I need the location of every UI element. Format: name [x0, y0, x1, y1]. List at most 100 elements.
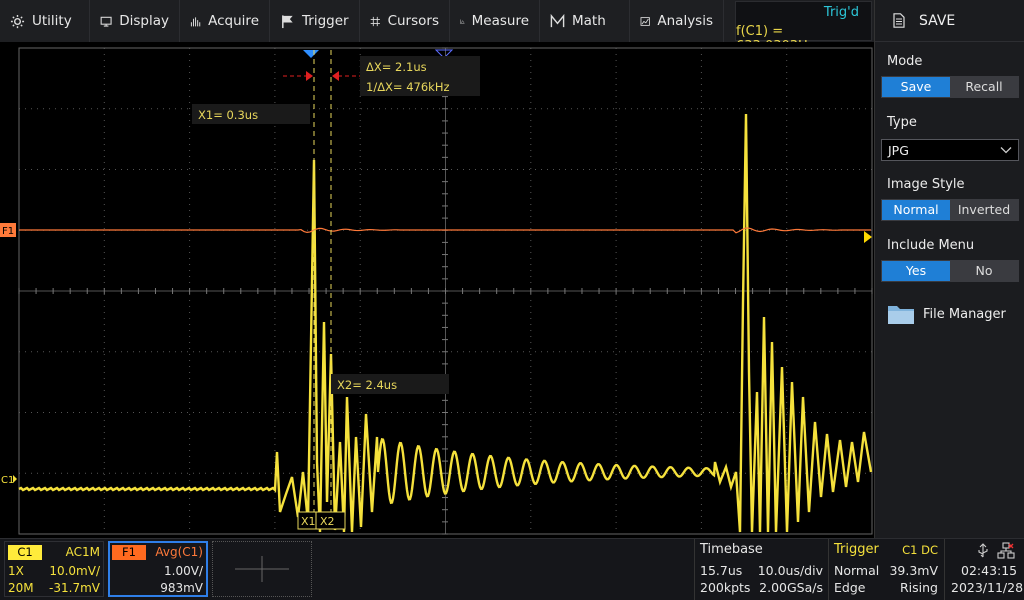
c1-offset: -31.7mV — [49, 581, 100, 595]
menu-math-label: Math — [572, 13, 606, 29]
waveform-area: F1 C1 ΔX= 2.1us 1/ΔX= 476kHz X1= 0.3us X2= 2.… — [0, 47, 873, 535]
cursor-delta-x: ΔX= 2.1us — [366, 60, 427, 74]
image-style-group: Image Style Normal Inverted — [875, 175, 1024, 221]
menu-analysis[interactable]: Analysis — [630, 0, 724, 42]
cursor-inv-delta-x: 1/ΔX= 476kHz — [366, 80, 450, 94]
cursor-x1-tag: X1 — [301, 515, 316, 528]
menu-math[interactable]: Math — [540, 0, 630, 42]
file-manager-label: File Manager — [923, 306, 1006, 322]
analysis-icon — [640, 16, 650, 26]
include-menu-segmented: Yes No — [881, 260, 1019, 282]
menu-measure[interactable]: Measure — [450, 0, 540, 42]
image-style-segmented: Normal Inverted — [881, 199, 1019, 221]
timebase-points: 200kpts — [700, 580, 751, 595]
menu-cursors-label: Cursors — [387, 13, 439, 29]
save-menu-panel: SAVE Mode Save Recall Type JPG Image Sty… — [874, 0, 1024, 538]
trigger-title: Trigger — [834, 542, 879, 557]
flag-icon — [282, 14, 293, 28]
c1-marker-arrow — [13, 475, 17, 483]
menu-acquire-label: Acquire — [208, 13, 259, 29]
timebase-delay: 15.7us — [700, 563, 743, 578]
include-menu-label: Include Menu — [887, 238, 975, 253]
math-icon — [550, 13, 565, 27]
channel-c1-box[interactable]: C1 AC1M 1X 10.0mV/ 20M -31.7mV — [4, 541, 104, 597]
c1-scale: 10.0mV/ — [49, 564, 100, 578]
panel-header: SAVE — [875, 0, 1024, 42]
trigger-level: 39.3mV — [889, 563, 938, 578]
type-group: Type JPG — [875, 113, 1024, 161]
type-value: JPG — [888, 142, 909, 158]
mode-save-button[interactable]: Save — [882, 77, 950, 97]
network-icon — [997, 542, 1015, 559]
trigger-mode: Normal — [834, 563, 880, 578]
menu-trigger-label: Trigger — [302, 13, 349, 29]
c1-bandwidth: 20M — [8, 581, 34, 595]
c1-marker-label: C1 — [1, 475, 14, 486]
menu-acquire[interactable]: Acquire — [180, 0, 270, 42]
menu-utility[interactable]: Utility — [0, 0, 90, 42]
mode-segmented: Save Recall — [881, 76, 1019, 98]
cursor-x1-readout: X1= 0.3us — [198, 108, 258, 122]
type-label: Type — [887, 115, 917, 130]
save-file-icon — [893, 13, 905, 28]
f1-marker-label: F1 — [2, 226, 14, 237]
monitor-icon — [100, 16, 112, 27]
cursor-x2-readout: X2= 2.4us — [337, 378, 397, 392]
mode-recall-button[interactable]: Recall — [950, 77, 1018, 97]
measure-icon — [460, 18, 465, 24]
menu-display[interactable]: Display — [90, 0, 180, 42]
menu-measure-label: Measure — [471, 13, 529, 29]
menu-analysis-label: Analysis — [657, 13, 713, 29]
file-manager-button[interactable]: File Manager — [887, 302, 1006, 326]
status-bar: C1 AC1M 1X 10.0mV/ 20M -31.7mV F1 Avg(C1… — [0, 538, 1024, 600]
trigger-status: Trig'd — [823, 5, 859, 20]
cursor-x2-tag: X2 — [320, 515, 335, 528]
menu-trigger[interactable]: Trigger — [270, 0, 360, 42]
delta-arrow-right — [332, 71, 339, 81]
math-f1-box[interactable]: F1 Avg(C1) 1.00V/ 983mV — [108, 541, 208, 597]
waveform-display[interactable]: F1 C1 ΔX= 2.1us 1/ΔX= 476kHz X1= 0.3us X2= 2.… — [0, 42, 874, 536]
cursor-icon — [370, 16, 380, 26]
trigger-slope: Rising — [899, 580, 938, 595]
delta-arrow-left — [306, 71, 313, 81]
timebase-rate: 2.00GSa/s — [759, 580, 823, 595]
f1-offset: 983mV — [160, 581, 203, 595]
mode-label: Mode — [887, 54, 923, 69]
menu-cursors[interactable]: Cursors — [360, 0, 450, 42]
trigger-position-marker — [303, 50, 319, 58]
add-channel-slot[interactable] — [212, 541, 312, 597]
include-menu-no-button[interactable]: No — [950, 261, 1018, 281]
panel-title: SAVE — [919, 12, 956, 29]
include-menu-group: Include Menu Yes No — [875, 236, 1024, 282]
include-menu-yes-button[interactable]: Yes — [882, 261, 950, 281]
trigger-level-arrow — [864, 231, 872, 243]
image-style-normal-button[interactable]: Normal — [882, 200, 950, 220]
gear-icon — [10, 14, 25, 28]
menu-utility-label: Utility — [32, 13, 72, 29]
trigger-type: Edge — [834, 580, 866, 595]
image-style-label: Image Style — [887, 177, 965, 192]
timebase-title: Timebase — [700, 542, 763, 557]
trigger-source: C1 DC — [902, 543, 938, 557]
menu-display-label: Display — [119, 13, 169, 29]
top-menu-bar: Utility Display Acquire Trigger Cursors … — [0, 0, 874, 54]
c1-probe: 1X — [8, 564, 24, 578]
type-select[interactable]: JPG — [881, 139, 1019, 161]
trigger-box[interactable]: Trigger C1 DC Normal 39.3mV Edge Rising — [828, 539, 942, 600]
timebase-div: 10.0us/div — [757, 563, 823, 578]
clock-date: 2023/11/28 — [951, 580, 1024, 595]
timebase-box[interactable]: Timebase 15.7us 10.0us/div 200kpts 2.00G… — [694, 539, 826, 600]
acquire-icon — [190, 16, 201, 26]
plus-icon — [235, 556, 289, 582]
f1-scale: 1.00V/ — [164, 564, 203, 578]
mode-group: Mode Save Recall — [875, 52, 1024, 98]
f1-tag: F1 — [112, 545, 146, 560]
image-style-inverted-button[interactable]: Inverted — [950, 200, 1018, 220]
c1-tag: C1 — [8, 545, 42, 560]
clock-time: 02:43:15 — [961, 563, 1018, 578]
clock-box: 02:43:15 2023/11/28 — [944, 539, 1024, 600]
f1-function: Avg(C1) — [155, 545, 203, 559]
chevron-down-icon — [1000, 147, 1012, 154]
usb-icon — [978, 543, 988, 558]
folder-icon — [888, 306, 914, 324]
